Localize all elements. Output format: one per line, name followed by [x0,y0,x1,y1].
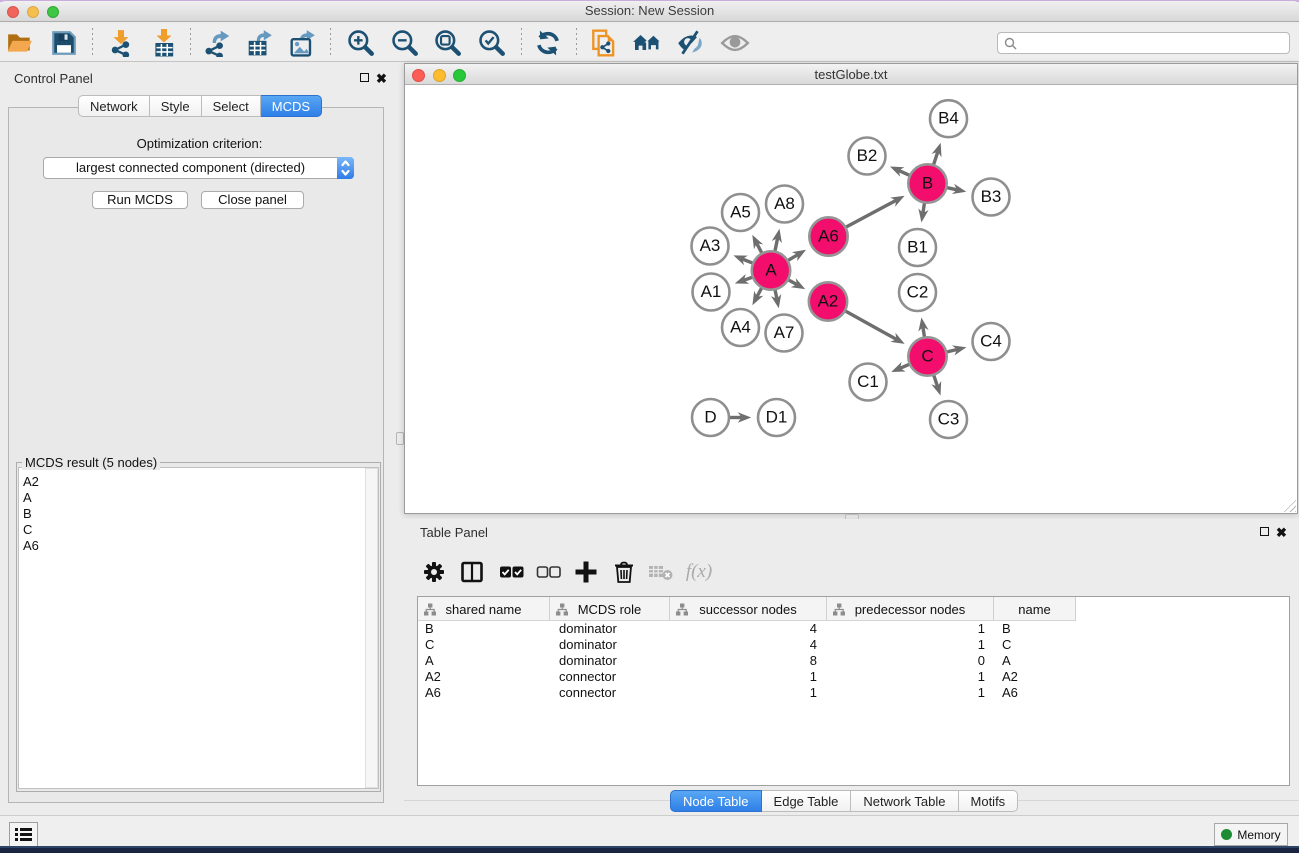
svg-text:A3: A3 [700,236,721,255]
svg-text:C: C [921,347,933,366]
svg-text:A4: A4 [730,318,751,337]
svg-text:A1: A1 [701,282,722,301]
svg-text:B1: B1 [907,238,928,257]
svg-text:C2: C2 [907,283,929,302]
svg-text:A7: A7 [774,323,795,342]
svg-text:B3: B3 [981,187,1002,206]
svg-text:B4: B4 [938,109,959,128]
svg-text:B2: B2 [857,146,878,165]
svg-text:C3: C3 [938,410,960,429]
svg-text:A: A [765,261,777,280]
svg-text:A8: A8 [774,194,795,213]
svg-text:D1: D1 [766,408,788,427]
svg-text:A6: A6 [818,227,839,246]
svg-text:C1: C1 [857,372,879,391]
svg-text:B: B [922,174,933,193]
svg-text:A5: A5 [730,203,751,222]
svg-text:C4: C4 [980,332,1002,351]
svg-text:D: D [704,408,716,427]
svg-text:A2: A2 [818,292,839,311]
